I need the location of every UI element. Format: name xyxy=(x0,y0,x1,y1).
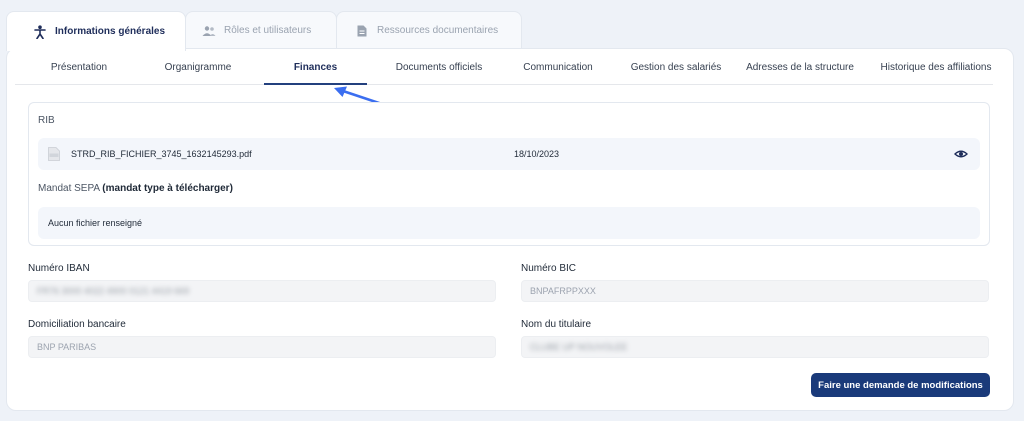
iban-field[interactable]: FR76 3000 4022 4900 0121 4419 669 xyxy=(28,280,496,302)
tab-adresses-de-la-structure[interactable]: Adresses de la structure xyxy=(737,57,863,85)
sepa-label: Mandat SEPA (mandat type à télécharger) xyxy=(38,183,233,194)
tab-ressources-documentaires[interactable]: Ressources documentaires xyxy=(336,11,522,49)
person-icon xyxy=(33,24,47,39)
rib-file-name[interactable]: STRD_RIB_FICHIER_3745_1632145293.pdf xyxy=(71,149,252,159)
domiciliation-label: Domiciliation bancaire xyxy=(28,319,126,330)
tab-label: Informations générales xyxy=(55,26,166,37)
sepa-file-row: Aucun fichier renseigné xyxy=(38,207,980,239)
tab-documents-officiels[interactable]: Documents officiels xyxy=(379,57,499,85)
sub-tab-bar: Présentation Organigramme Finances Docum… xyxy=(15,57,993,85)
eye-icon[interactable] xyxy=(954,147,968,161)
bic-label: Numéro BIC xyxy=(521,263,577,274)
rib-label: RIB xyxy=(38,115,55,126)
tab-presentation[interactable]: Présentation xyxy=(15,57,143,85)
tab-finances[interactable]: Finances xyxy=(264,57,367,85)
tab-informations-generales[interactable]: Informations générales xyxy=(6,11,186,51)
domiciliation-field[interactable]: BNP PARIBAS xyxy=(28,336,496,358)
tab-label: Ressources documentaires xyxy=(377,25,499,36)
tab-historique-des-affiliations[interactable]: Historique des affiliations xyxy=(871,57,1001,85)
rib-file-date: 18/10/2023 xyxy=(514,149,560,159)
tab-label: Rôles et utilisateurs xyxy=(224,25,312,36)
tab-gestion-des-salaries[interactable]: Gestion des salariés xyxy=(616,57,736,85)
iban-label: Numéro IBAN xyxy=(28,263,90,274)
tab-communication[interactable]: Communication xyxy=(503,57,613,85)
sepa-template-link[interactable]: (mandat type à télécharger) xyxy=(102,183,233,194)
tab-organigramme[interactable]: Organigramme xyxy=(135,57,261,85)
pdf-file-icon xyxy=(48,147,60,161)
request-changes-button[interactable]: Faire une demande de modifications xyxy=(811,373,990,397)
titulaire-field[interactable]: CLUBE UP NOUVOLEE xyxy=(521,336,989,358)
document-icon xyxy=(355,24,369,38)
sepa-empty-text: Aucun fichier renseigné xyxy=(48,218,143,228)
tab-roles-utilisateurs[interactable]: Rôles et utilisateurs xyxy=(185,11,337,49)
users-icon xyxy=(202,24,216,38)
rib-file-row: STRD_RIB_FICHIER_3745_1632145293.pdf 18/… xyxy=(38,138,980,170)
bic-field[interactable]: BNPAFRPPXXX xyxy=(521,280,989,302)
documents-box: RIB STRD_RIB_FICHIER_3745_1632145293.pdf… xyxy=(28,102,990,246)
titulaire-label: Nom du titulaire xyxy=(521,319,592,330)
